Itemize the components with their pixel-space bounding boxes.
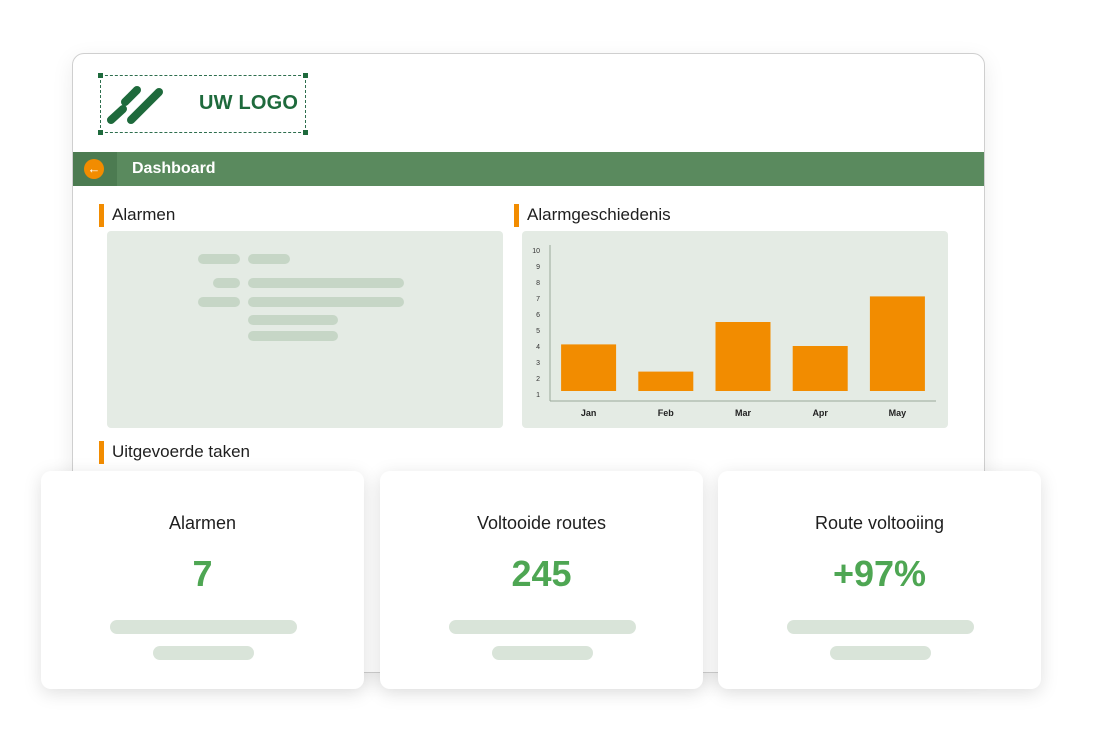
- placeholder-line: [248, 315, 338, 325]
- section-label: Alarmen: [112, 205, 176, 224]
- chart-bar: [561, 344, 617, 391]
- placeholder-line: [449, 620, 636, 634]
- section-title-completed-tasks: Uitgevoerde taken: [99, 441, 250, 464]
- chart-bar: [869, 296, 925, 391]
- y-tick-label: 2: [536, 376, 540, 383]
- y-tick-label: 6: [536, 312, 540, 319]
- logo-placeholder: UW LOGO: [98, 73, 308, 135]
- x-tick-label: May: [889, 408, 907, 418]
- logo-corner-handle: [303, 73, 308, 78]
- x-tick-label: Mar: [735, 408, 752, 418]
- stat-value: +97%: [832, 553, 927, 594]
- logo-text: UW LOGO: [199, 92, 299, 114]
- y-tick-label: 3: [536, 360, 540, 367]
- logo-corner-handle: [98, 130, 103, 135]
- section-title-alarms: Alarmen: [99, 204, 176, 227]
- stat-card-alarms: Alarmen 7: [41, 471, 364, 689]
- x-tick-label: Apr: [812, 408, 828, 418]
- alarm-history-chart: 1 2 3 4 5 6 7 8 9 10 Jan Feb Mar Apr May: [532, 245, 936, 418]
- placeholder-line: [213, 278, 240, 288]
- stat-value: 245: [511, 553, 572, 594]
- section-label: Uitgevoerde taken: [112, 442, 250, 461]
- placeholder-line: [248, 278, 404, 288]
- chart-bar: [638, 371, 694, 391]
- chart-bar: [715, 322, 771, 391]
- top-navbar: ← Dashboard: [73, 152, 984, 186]
- section-label: Alarmgeschiedenis: [527, 205, 671, 224]
- arrow-left-icon: ←: [84, 159, 104, 179]
- stat-label: Alarmen: [168, 513, 237, 533]
- placeholder-line: [110, 620, 297, 634]
- placeholder-line: [248, 254, 290, 264]
- x-tick-label: Feb: [658, 408, 675, 418]
- page-title: Dashboard: [132, 160, 216, 177]
- x-tick-label: Jan: [581, 408, 597, 418]
- alarm-history-panel: 1 2 3 4 5 6 7 8 9 10 Jan Feb Mar Apr May: [522, 231, 948, 428]
- placeholder-line: [248, 297, 404, 307]
- y-tick-label: 10: [532, 248, 540, 255]
- logo-mark-icon: [107, 86, 163, 124]
- y-tick-label: 8: [536, 280, 540, 287]
- section-title-alarm-history: Alarmgeschiedenis: [514, 204, 671, 227]
- placeholder-line: [492, 646, 593, 660]
- placeholder-line: [787, 620, 974, 634]
- chart-bar: [792, 346, 848, 391]
- placeholder-line: [248, 331, 338, 341]
- placeholder-line: [153, 646, 254, 660]
- stat-value: 7: [192, 553, 213, 594]
- stat-label: Voltooide routes: [476, 513, 607, 533]
- logo-corner-handle: [98, 73, 103, 78]
- y-tick-label: 9: [536, 264, 540, 271]
- y-tick-label: 7: [536, 296, 540, 303]
- y-tick-label: 1: [536, 392, 540, 399]
- placeholder-line: [830, 646, 931, 660]
- y-tick-label: 4: [536, 344, 540, 351]
- alarms-panel: [107, 231, 503, 428]
- placeholder-line: [198, 254, 240, 264]
- stat-card-completed-routes: Voltooide routes 245: [380, 471, 703, 689]
- logo-corner-handle: [303, 130, 308, 135]
- y-tick-label: 5: [536, 328, 540, 335]
- stat-card-route-completion: Route voltooiing +97%: [718, 471, 1041, 689]
- placeholder-line: [198, 297, 240, 307]
- back-button[interactable]: ←: [73, 152, 117, 186]
- stat-label: Route voltooiing: [814, 513, 945, 533]
